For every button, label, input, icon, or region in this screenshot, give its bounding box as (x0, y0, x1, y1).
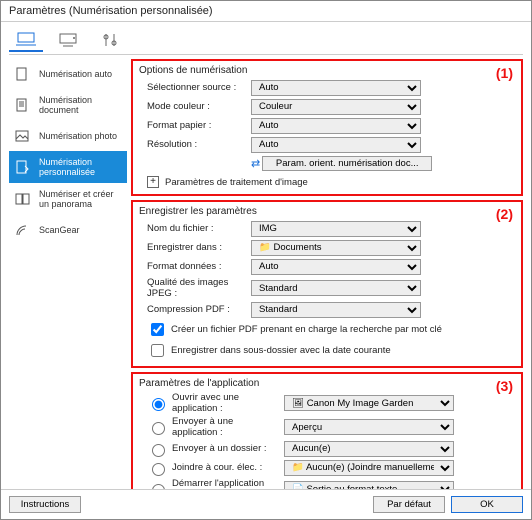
stitch-icon (13, 191, 33, 207)
sidebar-item-label: Numérisation auto (39, 69, 112, 79)
tab-general-settings[interactable] (93, 28, 127, 52)
jpeg-label: Qualité des images JPEG : (139, 277, 251, 299)
filename-field[interactable]: IMG (251, 221, 421, 237)
window-title: Paramètres (Numérisation personnalisée) (1, 1, 531, 22)
section-title: Enregistrer les paramètres (139, 206, 515, 217)
filename-label: Nom du fichier : (139, 223, 251, 234)
expand-image-processing[interactable]: + (147, 176, 159, 188)
savein-label: Enregistrer dans : (139, 242, 251, 253)
sidebar-item-label: ScanGear (39, 225, 80, 235)
resolution-label: Résolution : (139, 139, 251, 150)
sidebar-item-scangear[interactable]: ScanGear (9, 215, 127, 245)
photo-icon (13, 128, 33, 144)
defaults-button[interactable]: Par défaut (373, 496, 445, 513)
ocr-label: Démarrer l'application OCR : (172, 478, 280, 489)
format-label: Format données : (139, 261, 251, 272)
pdf-searchable-label: Créer un fichier PDF prenant en charge l… (171, 324, 442, 335)
sidebar-item-document[interactable]: Numérisation document (9, 89, 127, 121)
sidebar-item-label: Numérisation personnalisée (39, 157, 123, 177)
expand-label: Paramètres de traitement d'image (165, 177, 308, 188)
top-tabs (9, 28, 523, 55)
send-dir-select[interactable]: Aucun(e) (284, 441, 454, 457)
document-icon (13, 97, 33, 113)
panel-number: (3) (496, 378, 513, 394)
ocr-radio[interactable] (152, 484, 165, 489)
instructions-button[interactable]: Instructions (9, 496, 81, 513)
subfolder-checkbox[interactable] (151, 344, 164, 357)
scangear-icon (13, 222, 33, 238)
jpeg-select[interactable]: Standard (251, 280, 421, 296)
open-with-label: Ouvrir avec une application : (172, 392, 280, 414)
sidebar-item-photo[interactable]: Numérisation photo (9, 121, 127, 151)
send-dir-label: Envoyer à un dossier : (172, 443, 280, 454)
open-with-select[interactable]: 🖼 Canon My Image Garden (284, 395, 454, 411)
sidebar-item-stitch[interactable]: Numériser et créer un panorama (9, 183, 127, 215)
pdf-label: Compression PDF : (139, 304, 251, 315)
sidebar-item-label: Numérisation document (39, 95, 123, 115)
send-app-select[interactable]: Aperçu (284, 419, 454, 435)
color-select[interactable]: Couleur (251, 99, 421, 115)
mail-select[interactable]: 📁 Aucun(e) (Joindre manuellement) (284, 460, 454, 476)
swap-icon[interactable]: ⇄ (251, 157, 258, 170)
source-label: Sélectionner source : (139, 82, 251, 93)
paper-label: Format papier : (139, 120, 251, 131)
section-title: Options de numérisation (139, 65, 515, 76)
savein-select[interactable]: 📁 Documents (251, 240, 421, 256)
orientation-button[interactable]: Param. orient. numérisation doc... (262, 156, 432, 171)
sidebar-item-custom[interactable]: Numérisation personnalisée (9, 151, 127, 183)
content-area: (1) Options de numérisation Sélectionner… (131, 59, 523, 489)
custom-icon (13, 159, 33, 175)
send-app-radio[interactable] (152, 422, 165, 435)
save-settings-panel: (2) Enregistrer les paramètres Nom du fi… (131, 200, 523, 368)
color-label: Mode couleur : (139, 101, 251, 112)
source-select[interactable]: Auto (251, 80, 421, 96)
subfolder-label: Enregistrer dans sous-dossier avec la da… (171, 345, 391, 356)
panel-number: (2) (496, 206, 513, 222)
pdf-searchable-checkbox[interactable] (151, 323, 164, 336)
window-body: Numérisation auto Numérisation document … (1, 22, 531, 489)
sidebar-item-auto[interactable]: Numérisation auto (9, 59, 127, 89)
section-title: Paramètres de l'application (139, 378, 515, 389)
scan-options-panel: (1) Options de numérisation Sélectionner… (131, 59, 523, 196)
ok-button[interactable]: OK (451, 496, 523, 513)
settings-window: Paramètres (Numérisation personnalisée) … (0, 0, 532, 520)
tab-scan-from-pc[interactable] (9, 28, 43, 52)
tab-scan-from-panel[interactable] (51, 28, 85, 52)
sidebar: Numérisation auto Numérisation document … (9, 59, 127, 489)
pdf-select[interactable]: Standard (251, 302, 421, 318)
footer: Instructions Par défaut OK (1, 489, 531, 519)
mail-label: Joindre à cour. élec. : (172, 462, 280, 473)
sidebar-item-label: Numériser et créer un panorama (39, 189, 123, 209)
open-with-radio[interactable] (152, 398, 165, 411)
send-dir-radio[interactable] (152, 444, 165, 457)
resolution-select[interactable]: Auto (251, 137, 421, 153)
sidebar-item-label: Numérisation photo (39, 131, 117, 141)
main-area: Numérisation auto Numérisation document … (9, 59, 523, 489)
panel-number: (1) (496, 65, 513, 81)
send-app-label: Envoyer à une application : (172, 416, 280, 438)
ocr-select[interactable]: 📄 Sortie au format texte (284, 481, 454, 489)
app-settings-panel: (3) Paramètres de l'application Ouvrir a… (131, 372, 523, 489)
format-select[interactable]: Auto (251, 259, 421, 275)
paper-select[interactable]: Auto (251, 118, 421, 134)
page-icon (13, 66, 33, 82)
mail-radio[interactable] (152, 463, 165, 476)
